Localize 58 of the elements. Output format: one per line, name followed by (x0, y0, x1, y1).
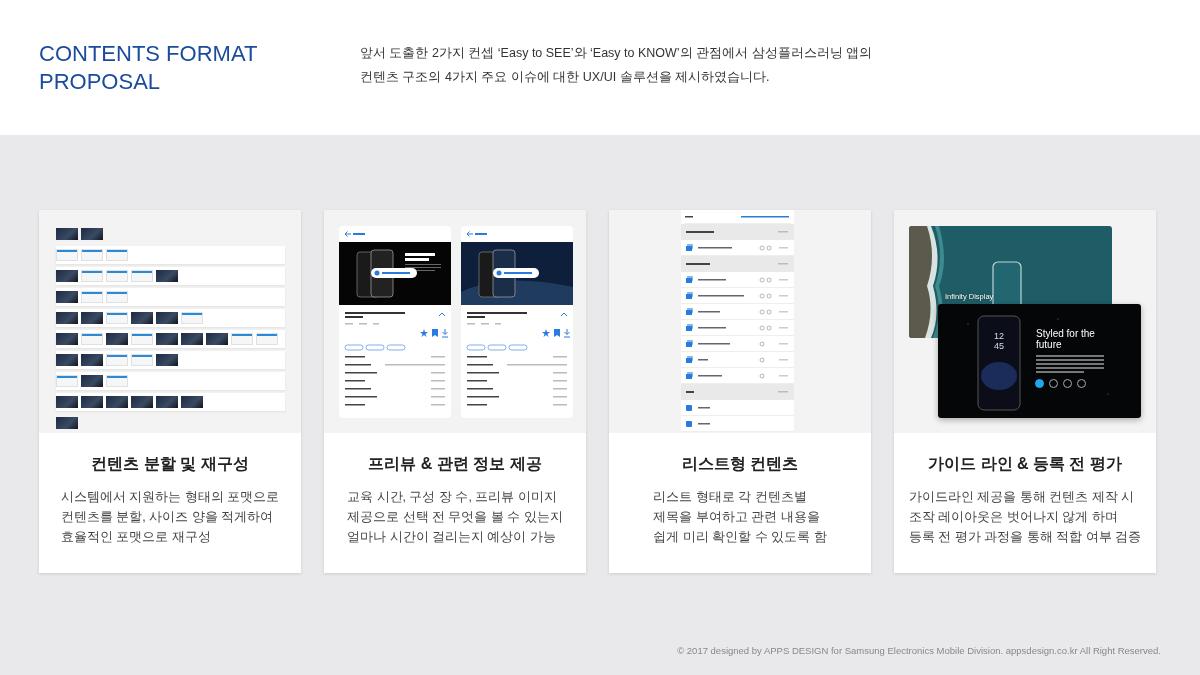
card-title: 가이드 라인 & 등록 전 평가 (927, 454, 1123, 474)
card-title: 컨텐츠 분할 및 재구성 (90, 454, 250, 474)
nav-dot[interactable] (1035, 379, 1044, 388)
slide-thumbnail[interactable] (56, 228, 78, 240)
slide-thumbnail[interactable] (106, 375, 128, 387)
slide-thumbnail[interactable] (106, 333, 128, 345)
slide-thumbnail[interactable] (56, 354, 78, 366)
slide-thumbnail[interactable] (81, 249, 103, 261)
slide-thumbnail[interactable] (231, 333, 253, 345)
slide-thumbnail[interactable] (81, 333, 103, 345)
slide-thumbnail[interactable] (181, 333, 203, 345)
slide-thumbnail[interactable] (156, 333, 178, 345)
slide-thumbnail[interactable] (106, 249, 128, 261)
slide-thumbnail[interactable] (106, 354, 128, 366)
slide-thumbnail[interactable] (181, 396, 203, 408)
clock-time: 12 45 (993, 331, 1005, 351)
slide-thumbnail[interactable] (81, 291, 103, 303)
slide-thumbnail[interactable] (156, 270, 178, 282)
card-title: 리스트형 컨텐츠 (680, 454, 800, 474)
slide-thumbnail[interactable] (56, 417, 78, 429)
slide-thumbnail[interactable] (81, 396, 103, 408)
slide-thumbnail[interactable] (56, 249, 78, 261)
slide-thumbnail[interactable] (56, 312, 78, 324)
slide-thumbnail[interactable] (56, 375, 78, 387)
slide-thumbnail[interactable] (106, 312, 128, 324)
card-title: 프리뷰 & 관련 정보 제공 (367, 454, 543, 474)
slide-thumbnail[interactable] (56, 333, 78, 345)
slide-thumbnail[interactable] (81, 312, 103, 324)
slide-thumbnail[interactable] (81, 270, 103, 282)
card-description: 리스트 형태로 각 컨텐츠별 제목을 부여하고 관련 내용을 쉽게 미리 확인할 수 있도록 함 (653, 489, 827, 546)
card-description: 교육 시간, 구성 장 수, 프리뷰 이미지 제공으로 선택 전 무엇을 볼 수 있는지 얼마나 시간이 걸리는지 예상이 가능 (347, 489, 563, 546)
slide-thumbnail[interactable] (131, 354, 153, 366)
slide-thumbnail[interactable] (56, 291, 78, 303)
page-title: CONTENTS FORMAT PROPOSAL (39, 40, 258, 96)
slide-thumbnail[interactable] (81, 354, 103, 366)
intro-text: 앞서 도출한 2가지 컨셉 ‘Easy to SEE’와 ‘Easy to KNOW’의 관점에서 삼성플러스러닝 앱의 컨텐츠 구조의 4가지 주요 이슈에 대한 UX/UI 솔루션을 제시하였습니다. (360, 45, 873, 86)
slide-thumbnail[interactable] (131, 270, 153, 282)
slide-thumbnail[interactable] (131, 396, 153, 408)
slide-thumbnail[interactable] (256, 333, 278, 345)
slide-thumbnail[interactable] (106, 291, 128, 303)
slide-thumbnail[interactable] (156, 396, 178, 408)
slide-thumbnail[interactable] (131, 333, 153, 345)
slide-heading: Styled for the future (1036, 328, 1096, 350)
slide-thumbnail[interactable] (81, 228, 103, 240)
slide-thumbnail[interactable] (81, 375, 103, 387)
slide-thumbnail[interactable] (131, 312, 153, 324)
card-description: 시스템에서 지원하는 형태의 포맷으로 컨텐츠를 분할, 사이즈 양을 적게하여 효율적인 포맷으로 재구성 (60, 489, 280, 546)
slide-thumbnail[interactable] (156, 312, 178, 324)
slide-thumbnail[interactable] (206, 333, 228, 345)
card-description: 가이드라인 제공을 통해 컨텐츠 제작 시 조작 레이아웃은 벗어나지 않게 하며 등록 전 평가 과정을 통해 적합 여부 검증 (908, 489, 1142, 546)
footer-text: © 2017 designed by APPS DESIGN for Samsung Electronics Mobile Division. appsdesign.co.kr All Right Reserved. (677, 645, 1161, 656)
slide-thumbnail[interactable] (56, 270, 78, 282)
slide-thumbnail[interactable] (56, 396, 78, 408)
slide-thumbnail[interactable] (156, 354, 178, 366)
slide-thumbnail[interactable] (106, 396, 128, 408)
slide-thumbnail[interactable] (106, 270, 128, 282)
slide-thumbnail[interactable] (181, 312, 203, 324)
text-placeholder-lines (1036, 355, 1104, 375)
